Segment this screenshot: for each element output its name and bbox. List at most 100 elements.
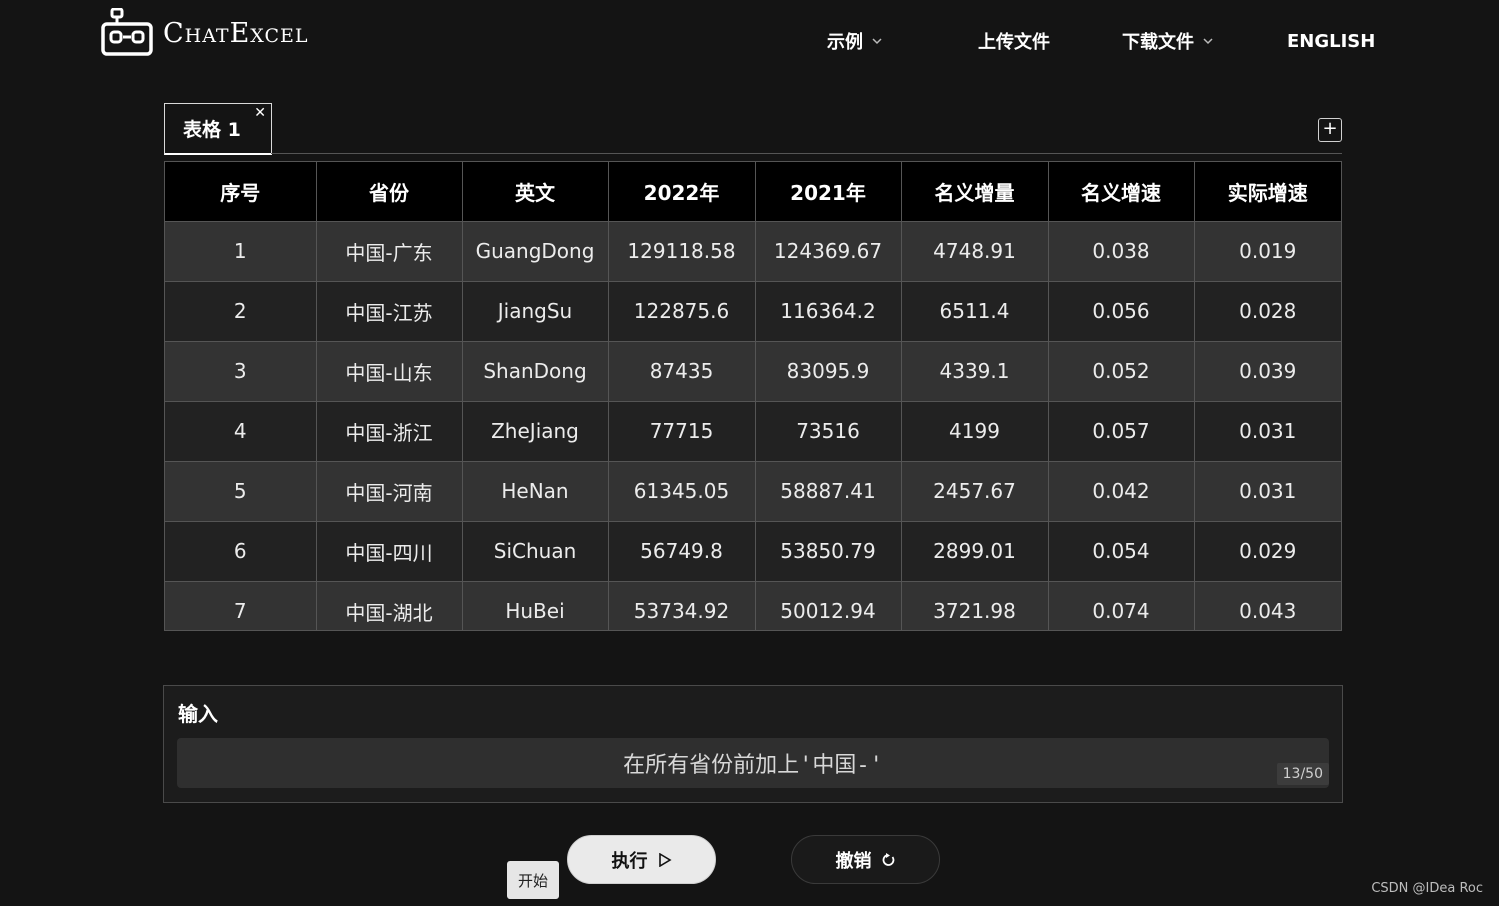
cell-index[interactable]: 4 bbox=[165, 400, 317, 461]
close-icon[interactable]: ✕ bbox=[254, 106, 266, 120]
cell-nominal-growth[interactable]: 0.074 bbox=[1048, 580, 1195, 630]
nav-download-file[interactable]: 下载文件 bbox=[1122, 28, 1214, 54]
cell-nominal-increase[interactable]: 2899.01 bbox=[901, 520, 1049, 581]
cell-real-growth[interactable]: 0.039 bbox=[1194, 340, 1341, 401]
cell-2021[interactable]: 83095.9 bbox=[755, 340, 902, 401]
cell-real-growth[interactable]: 0.043 bbox=[1194, 580, 1341, 630]
instruction-input[interactable] bbox=[177, 738, 1329, 788]
nav-upload-file[interactable]: 上传文件 bbox=[978, 28, 1050, 54]
app-logo[interactable]: ChatExcel bbox=[101, 8, 309, 58]
cell-2022[interactable]: 56749.8 bbox=[608, 520, 756, 581]
app-name: ChatExcel bbox=[163, 17, 309, 49]
cell-nominal-growth[interactable]: 0.038 bbox=[1048, 220, 1195, 281]
cell-nominal-increase[interactable]: 6511.4 bbox=[901, 280, 1049, 341]
cell-english[interactable]: GuangDong bbox=[462, 220, 609, 281]
cell-english[interactable]: JiangSu bbox=[462, 280, 609, 341]
cell-english[interactable]: ZheJiang bbox=[462, 400, 609, 461]
add-tab-button[interactable]: + bbox=[1318, 118, 1342, 142]
table-row[interactable]: 3 中国-山东 ShanDong 87435 83095.9 4339.1 0.052 0.0… bbox=[165, 340, 1341, 401]
nav-english-label: ENGLISH bbox=[1287, 30, 1376, 52]
column-header-2021: 2021年 bbox=[755, 162, 902, 221]
cell-real-growth[interactable]: 0.029 bbox=[1194, 520, 1341, 581]
cell-index[interactable]: 7 bbox=[165, 580, 317, 630]
column-header-nominal-growth: 名义增速 bbox=[1048, 162, 1195, 221]
cell-english[interactable]: HuBei bbox=[462, 580, 609, 630]
cell-2022[interactable]: 61345.05 bbox=[608, 460, 756, 521]
table-row[interactable]: 7 中国-湖北 HuBei 53734.92 50012.94 3721.98 0.074 0… bbox=[165, 580, 1341, 630]
cell-province[interactable]: 中国-广东 bbox=[316, 220, 463, 281]
cell-real-growth[interactable]: 0.028 bbox=[1194, 280, 1341, 341]
table-row[interactable]: 6 中国-四川 SiChuan 56749.8 53850.79 2899.01 0.054… bbox=[165, 520, 1341, 581]
cell-nominal-growth[interactable]: 0.052 bbox=[1048, 340, 1195, 401]
cell-nominal-growth[interactable]: 0.042 bbox=[1048, 460, 1195, 521]
run-tooltip: 开始 bbox=[507, 861, 559, 899]
cell-2022[interactable]: 77715 bbox=[608, 400, 756, 461]
cell-province[interactable]: 中国-河南 bbox=[316, 460, 463, 521]
tab-label: 表格 1 bbox=[183, 119, 241, 141]
column-header-nominal-increase: 名义增量 bbox=[901, 162, 1049, 221]
nav-upload-file-label: 上传文件 bbox=[978, 32, 1050, 53]
column-header-english: 英文 bbox=[462, 162, 609, 221]
cell-nominal-increase[interactable]: 4199 bbox=[901, 400, 1049, 461]
nav-english[interactable]: ENGLISH bbox=[1287, 28, 1375, 54]
cell-real-growth[interactable]: 0.019 bbox=[1194, 220, 1341, 281]
undo-icon bbox=[882, 852, 894, 866]
tab-bar-divider bbox=[271, 153, 1342, 154]
top-navbar: ChatExcel 示例 上传文件 下载文件 ENGLISH bbox=[0, 0, 1499, 82]
run-button-label: 执行 bbox=[611, 850, 648, 872]
cell-index[interactable]: 2 bbox=[165, 280, 317, 341]
data-table[interactable]: 序号 省份 英文 2022年 2021年 名义增量 名义增速 实际增速 1 中国-… bbox=[164, 161, 1342, 631]
table-row[interactable]: 4 中国-浙江 ZheJiang 77715 73516 4199 0.057 0.031 bbox=[165, 400, 1341, 461]
cell-index[interactable]: 1 bbox=[165, 220, 317, 281]
cell-province[interactable]: 中国-江苏 bbox=[316, 280, 463, 341]
cell-2021[interactable]: 53850.79 bbox=[755, 520, 902, 581]
cell-nominal-increase[interactable]: 4748.91 bbox=[901, 220, 1049, 281]
input-label: 输入 bbox=[178, 702, 218, 726]
nav-examples[interactable]: 示例 bbox=[827, 28, 883, 54]
cell-province[interactable]: 中国-湖北 bbox=[316, 580, 463, 630]
cell-index[interactable]: 3 bbox=[165, 340, 317, 401]
cell-2021[interactable]: 50012.94 bbox=[755, 580, 902, 630]
cell-real-growth[interactable]: 0.031 bbox=[1194, 400, 1341, 461]
run-button[interactable]: 执行 bbox=[567, 835, 716, 884]
table-row[interactable]: 1 中国-广东 GuangDong 129118.58 124369.67 4748.91… bbox=[165, 220, 1341, 281]
cell-nominal-increase[interactable]: 4339.1 bbox=[901, 340, 1049, 401]
cell-2022[interactable]: 122875.6 bbox=[608, 280, 756, 341]
cell-2021[interactable]: 116364.2 bbox=[755, 280, 902, 341]
cell-2021[interactable]: 58887.41 bbox=[755, 460, 902, 521]
watermark: CSDN @IDea Roc bbox=[1371, 881, 1483, 896]
cell-nominal-growth[interactable]: 0.054 bbox=[1048, 520, 1195, 581]
column-header-index: 序号 bbox=[165, 162, 317, 221]
table-header-row: 序号 省份 英文 2022年 2021年 名义增量 名义增速 实际增速 bbox=[165, 162, 1341, 221]
cell-2021[interactable]: 124369.67 bbox=[755, 220, 902, 281]
chevron-down-icon bbox=[872, 38, 882, 45]
cell-english[interactable]: HeNan bbox=[462, 460, 609, 521]
table-row[interactable]: 2 中国-江苏 JiangSu 122875.6 116364.2 6511.4 0.056… bbox=[165, 280, 1341, 341]
cell-2022[interactable]: 87435 bbox=[608, 340, 756, 401]
cell-index[interactable]: 5 bbox=[165, 460, 317, 521]
cell-nominal-growth[interactable]: 0.056 bbox=[1048, 280, 1195, 341]
cell-2021[interactable]: 73516 bbox=[755, 400, 902, 461]
cell-nominal-growth[interactable]: 0.057 bbox=[1048, 400, 1195, 461]
cell-english[interactable]: ShanDong bbox=[462, 340, 609, 401]
cell-2022[interactable]: 53734.92 bbox=[608, 580, 756, 630]
cell-nominal-increase[interactable]: 2457.67 bbox=[901, 460, 1049, 521]
cell-index[interactable]: 6 bbox=[165, 520, 317, 581]
cell-nominal-increase[interactable]: 3721.98 bbox=[901, 580, 1049, 630]
table-row[interactable]: 5 中国-河南 HeNan 61345.05 58887.41 2457.67 0.042 0… bbox=[165, 460, 1341, 521]
input-panel: 输入 13/50 bbox=[163, 685, 1343, 803]
cell-province[interactable]: 中国-山东 bbox=[316, 340, 463, 401]
nav-examples-label: 示例 bbox=[827, 32, 863, 53]
cell-province[interactable]: 中国-四川 bbox=[316, 520, 463, 581]
cell-2022[interactable]: 129118.58 bbox=[608, 220, 756, 281]
cell-real-growth[interactable]: 0.031 bbox=[1194, 460, 1341, 521]
column-header-province: 省份 bbox=[316, 162, 463, 221]
chevron-down-icon bbox=[1203, 38, 1213, 45]
cell-english[interactable]: SiChuan bbox=[462, 520, 609, 581]
play-icon bbox=[658, 852, 672, 867]
tab-sheet-1[interactable]: 表格 1 ✕ bbox=[164, 103, 272, 155]
column-header-real-growth: 实际增速 bbox=[1194, 162, 1341, 221]
undo-button[interactable]: 撤销 bbox=[791, 835, 940, 884]
cell-province[interactable]: 中国-浙江 bbox=[316, 400, 463, 461]
column-header-2022: 2022年 bbox=[608, 162, 756, 221]
